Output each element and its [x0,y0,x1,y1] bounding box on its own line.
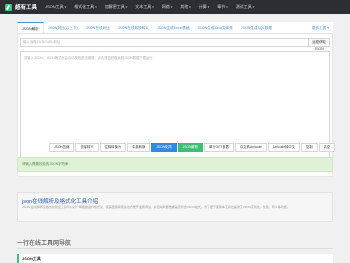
intro-box: json在线解析及格式化工具介绍 JSON 在线解析及格式化验证工具可以对一串数… [17,192,333,222]
tab-json-compare[interactable]: JSON在线对比 [82,22,114,33]
json-parse-button[interactable]: JSON解析 [177,143,204,152]
nav-section-title: 一行在线工具网导航 [17,241,72,247]
tool-tabs: JSON解析 JSON对比(以上下) JSON在线对比 JSON在线转换转义 J… [17,22,333,34]
status-message: 请输入需要校验的JSON字符串 [17,157,333,172]
json-simplify-button[interactable]: JSON化简 [151,143,177,152]
tab-json-escape[interactable]: JSON在线转换转义 [114,22,153,33]
json-editor[interactable]: 请输入JSON，JSON格式化会自动校验语法错误，点击按钮获取远程JSON数据下… [20,51,330,171]
json-compress-button[interactable]: JSON压缩 [49,143,75,152]
intro-title: json在线解析及格式化工具介绍 [22,199,99,205]
chevron-down-icon: ▾ [64,5,67,9]
tab-json-sql[interactable]: JSON生成SQL数据 [237,22,276,33]
tab-json-parse[interactable]: JSON解析 [17,22,44,33]
logo-text: 超有工具 [15,5,38,11]
menu-item-crypto-tools[interactable]: 加解密工具▾ [105,4,128,10]
chevron-down-icon: ▾ [125,5,128,9]
get-params-button[interactable]: 单行GET参数 [204,143,234,152]
fetch-remote-json-button[interactable]: 远程获取JSON [309,38,330,51]
json-panel: 输入远程JSON URL地址 远程获取JSON 请输入JSON，JSON格式化会… [17,34,333,177]
clear-button[interactable]: 清空 [318,143,336,152]
chevron-down-icon: ▾ [152,5,154,9]
menu-item-chapters[interactable]: 章节▾ [217,4,228,10]
menu-item-format-tools[interactable]: 格式化工具▾ [74,4,97,10]
menu-item-calc[interactable]: 计算▾ [199,4,210,10]
chevron-down-icon: ▾ [95,5,97,9]
menu-item-network[interactable]: 网络▾ [162,4,173,10]
tab-json-compare-vertical[interactable]: JSON对比(以上下) [44,22,82,33]
nav-category-title: JSON工具 [22,256,41,261]
tab-json-excel[interactable]: JSON生成Excel表格 [153,22,194,33]
remove-escape-button[interactable]: 去除转义 [75,143,99,152]
logo-icon [5,3,12,11]
logo[interactable]: 超有工具 [5,3,45,11]
intro-text: JSON 在线解析及格式化验证工具可以对一串数据进行格式化，使其更容易阅读也方便… [22,205,290,209]
menu-item-text-tools[interactable]: 文本工具▾ [135,4,154,10]
url-row: 输入远程JSON URL地址 远程获取JSON [20,38,330,51]
chevron-down-icon: ▾ [170,5,173,9]
action-toolbar: JSON压缩 去除转义 注释转换为 中英转换 JSON化简 JSON解析 单行G… [49,143,336,152]
comment-convert-button[interactable]: 注释转换为 [99,143,127,152]
chevron-down-icon: ▾ [252,5,255,9]
tab-json-java[interactable]: JSON生成Java实体类 [194,22,237,33]
divider [17,248,333,249]
main-menu: JSON工具▾ 格式化工具▾ 加解密工具▾ 文本工具▾ 网络▾ 其他▾ 计算▾ … [45,4,350,10]
unicode-to-cn-button[interactable]: Unicode转中文 [268,143,300,152]
cn-to-unicode-button[interactable]: 中文转Unicode [235,143,267,152]
menu-item-test-tools[interactable]: 测试工具▾ [236,4,255,10]
top-nav: 超有工具 JSON工具▾ 格式化工具▾ 加解密工具▾ 文本工具▾ 网络▾ 其他▾… [0,0,350,14]
chevron-down-icon: ▾ [226,5,228,9]
copy-button[interactable]: 复制 [301,143,318,152]
chevron-down-icon: ▾ [207,5,210,9]
nav-category-box: JSON工具 [17,254,333,263]
chevron-down-icon: ▾ [189,5,191,9]
menu-item-other[interactable]: 其他▾ [180,4,191,10]
cn-en-convert-button[interactable]: 中英转换 [127,143,151,152]
url-input[interactable]: 输入远程JSON URL地址 [20,38,309,47]
menu-item-json-tools[interactable]: JSON工具▾ [45,4,66,10]
tab-more-tools[interactable]: 更多工具 ▾ [308,22,333,33]
